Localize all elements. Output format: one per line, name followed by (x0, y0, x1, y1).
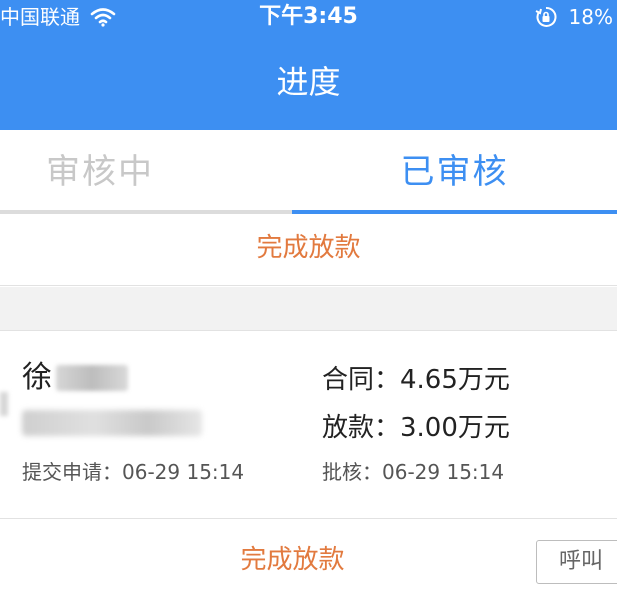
redacted-mark (0, 392, 8, 416)
battery-percent: 18% (568, 5, 613, 29)
card-divider (0, 518, 617, 519)
applicant-name: 徐 (22, 358, 128, 398)
applicant-name-text: 徐 (22, 360, 52, 395)
redacted-name (56, 365, 128, 391)
tab-reviewing[interactable]: 审核中 (0, 130, 292, 214)
tab-reviewed-label: 已审核 (400, 152, 509, 192)
summary-status: 完成放款 (0, 214, 617, 286)
record-status: 完成放款 (240, 545, 345, 575)
call-button[interactable]: 呼叫 (536, 540, 617, 584)
tab-reviewed[interactable]: 已审核 (292, 130, 617, 214)
tab-reviewing-label: 审核中 (46, 152, 154, 192)
status-time: 下午3:45 (259, 4, 358, 29)
submit-time: 提交申请：06-29 15:14 (22, 460, 245, 484)
section-gap (0, 287, 617, 331)
status-bar: 中国联通 下午3:45 18% (0, 0, 617, 36)
approve-time: 批核：06-29 15:14 (322, 460, 505, 484)
contract-amount: 合同：4.65万元 (322, 365, 510, 395)
status-right: 18% (535, 4, 613, 30)
lock-rotation-icon (535, 6, 557, 27)
redacted-phone (22, 410, 202, 436)
loan-amount: 放款：3.00万元 (322, 413, 510, 443)
app-header: 中国联通 下午3:45 18% 进度 (0, 0, 617, 130)
page-title: 进度 (276, 63, 341, 101)
progress-tabs: 审核中 已审核 (0, 130, 617, 214)
record-card[interactable]: 徐 提交申请：06-29 15:14 合同：4.65万元 放款：3.00万元 批… (0, 332, 617, 600)
